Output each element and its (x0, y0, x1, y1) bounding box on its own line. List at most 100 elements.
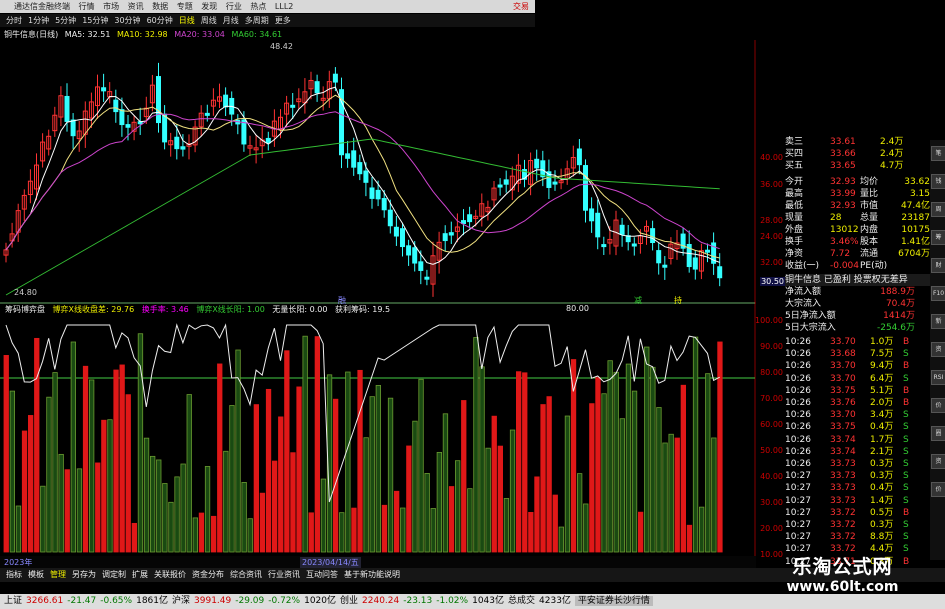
indicator-axis-label: 90.00 (760, 342, 783, 351)
price-axis-label: 40.00 (760, 153, 783, 162)
period-tab-8[interactable]: 月线 (223, 16, 239, 25)
period-tab-6[interactable]: 日线 (179, 16, 195, 25)
bottom-tab[interactable]: 管理 (50, 570, 66, 579)
side-tab[interactable]: 笔 (931, 146, 945, 161)
menu-item[interactable]: 热点 (250, 2, 266, 11)
indicator-bar (540, 404, 546, 553)
indicator-bar (89, 379, 95, 553)
side-tab[interactable]: 钱 (931, 174, 945, 189)
order-book-volume: 2.4万 (880, 149, 904, 159)
ma20-line (5, 111, 720, 251)
side-tab[interactable]: F10 (931, 286, 945, 301)
bottom-tab[interactable]: 互动问答 (306, 570, 338, 579)
indicator-bar (332, 398, 339, 553)
side-tab[interactable]: 圈 (931, 426, 945, 441)
menu-item[interactable]: 行业 (226, 2, 242, 11)
info-tabs-label[interactable]: 铜牛信息 已盈利 投票权无差异 (785, 274, 908, 286)
side-tab[interactable]: 筹 (931, 230, 945, 245)
stat-label: 换手 (785, 237, 804, 247)
index-amount: 1861亿 (136, 596, 168, 606)
tick-direction: S (903, 434, 909, 445)
indicator-bar (638, 511, 644, 553)
bottom-tab[interactable]: 另存为 (72, 570, 96, 579)
side-tab[interactable]: 财 (931, 258, 945, 273)
index-amount: 1043亿 (472, 596, 504, 606)
price-axis-label: 28.00 (760, 216, 783, 225)
tick-volume: 0.3万 (870, 520, 894, 530)
menu-item[interactable]: 行情 (79, 2, 95, 11)
candle-body (705, 249, 710, 253)
stat-value: 3.46% (830, 237, 859, 247)
indicator-bar (522, 372, 528, 553)
period-tab-2[interactable]: 5分钟 (55, 16, 76, 25)
bottom-tab[interactable]: 扩展 (132, 570, 148, 579)
tick-row: 10:26 33.76 2.0万 B (785, 397, 930, 409)
menu-item[interactable]: 资讯 (128, 2, 144, 11)
indicator-bar (479, 366, 485, 553)
period-tab-7[interactable]: 周线 (201, 16, 217, 25)
bottom-tab[interactable]: 资金分布 (192, 570, 224, 579)
stat-label: 外盘 (785, 225, 804, 235)
indicator-bar (131, 522, 138, 553)
flow-label: 净流入额 (785, 287, 822, 297)
menu-item[interactable]: 发现 (201, 2, 217, 11)
tick-row: 10:26 33.70 9.4万 B (785, 360, 930, 372)
menu-item[interactable]: LLL2 (275, 2, 293, 11)
menu-item[interactable]: 市场 (103, 2, 119, 11)
indicator-bar (686, 524, 693, 553)
period-tab-3[interactable]: 15分钟 (82, 16, 108, 25)
index-name: 上证 (4, 596, 23, 606)
indicator-bar (253, 404, 260, 553)
stat-row: 现量 28 总量 23187 (785, 212, 930, 224)
tick-volume: 4.4万 (870, 544, 894, 555)
candle-body (552, 181, 558, 185)
period-tab-4[interactable]: 30分钟 (114, 16, 140, 25)
chart-area[interactable]: 48.4224.80融减持 (0, 40, 756, 556)
stat-row: 换手 3.46% 股本 1.41亿 (785, 236, 930, 248)
indicator-bar (436, 451, 443, 553)
candle-body (204, 112, 210, 116)
candle-body (619, 224, 625, 235)
side-tab[interactable]: 价 (931, 398, 945, 413)
tick-row: 10:27 33.73 0.4万 S (785, 482, 930, 494)
candle-body (387, 209, 393, 227)
price-axis-label: 36.00 (760, 180, 783, 189)
trade-button[interactable]: 交易 (513, 0, 529, 13)
bottom-tab[interactable]: 指标 (6, 570, 22, 579)
side-tab[interactable]: 价 (931, 482, 945, 497)
bottom-tab[interactable]: 调定制 (102, 570, 126, 579)
period-tab-0[interactable]: 分时 (6, 16, 22, 25)
bottom-tab[interactable]: 基于新功能说明 (344, 570, 400, 579)
indicator-bar (46, 396, 52, 553)
side-tab[interactable]: 资 (931, 342, 945, 357)
indicator-bar (674, 437, 680, 553)
bottom-tab[interactable]: 综合资讯 (230, 570, 262, 579)
candle-body (448, 232, 454, 236)
period-tab-1[interactable]: 1分钟 (28, 16, 49, 25)
bottom-tab[interactable]: 行业资讯 (268, 570, 300, 579)
candle-body (540, 160, 546, 178)
side-tab[interactable]: RSI (931, 370, 945, 385)
indicator-axis-label: 50.00 (760, 446, 783, 455)
candle-body (363, 170, 369, 183)
candle-body (265, 137, 271, 144)
indicator-bar (217, 363, 223, 553)
menu-item[interactable]: 数据 (152, 2, 168, 11)
bottom-tab[interactable]: 模板 (28, 570, 44, 579)
ma20-value: MA20: 33.04 (174, 30, 225, 39)
side-tab[interactable]: 周 (931, 202, 945, 217)
low-price-label: 24.80 (14, 288, 37, 297)
indicator-bar (577, 473, 583, 553)
period-tab-9[interactable]: 多周期 (245, 16, 269, 25)
side-tab[interactable]: 资 (931, 454, 945, 469)
side-tab[interactable]: 新 (931, 314, 945, 329)
flow-row: 净流入额 188.9万 (785, 286, 930, 298)
candle-body (64, 95, 70, 122)
bottom-tab[interactable]: 关联报价 (154, 570, 186, 579)
tick-direction: S (903, 446, 909, 457)
period-tab-5[interactable]: 60分钟 (147, 16, 173, 25)
period-tab-10[interactable]: 更多 (275, 16, 291, 25)
indicator-bar (711, 437, 717, 553)
indicator-bar (15, 505, 22, 553)
menu-item[interactable]: 专题 (177, 2, 193, 11)
